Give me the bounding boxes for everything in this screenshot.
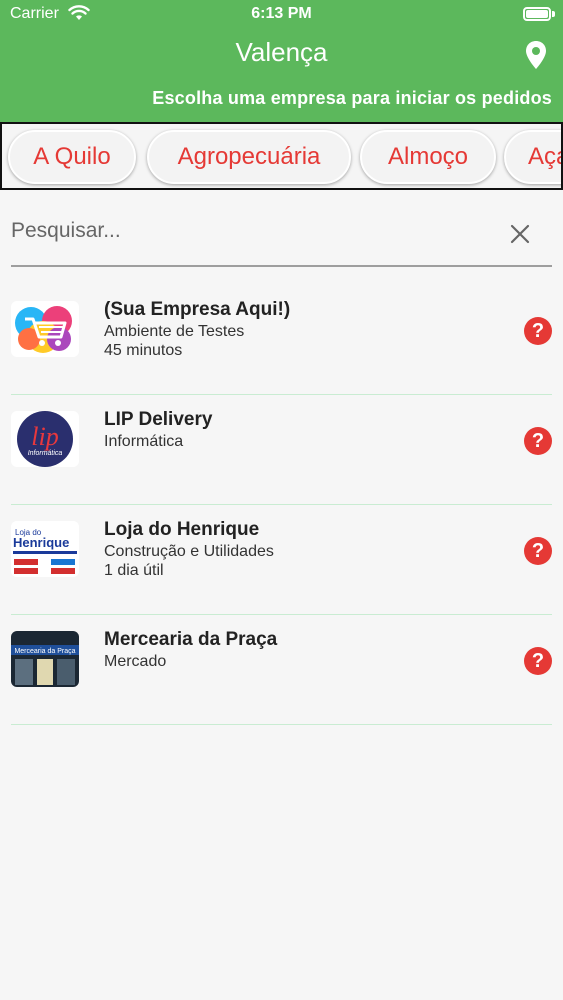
battery-tip (552, 11, 555, 17)
clock: 6:13 PM (251, 5, 312, 22)
company-row[interactable]: Mercearia da Praça Mercearia da Praça Me… (11, 615, 552, 725)
company-category: Construção e Utilidades (104, 543, 274, 560)
search-input[interactable] (11, 214, 491, 248)
category-chip-a-quilo[interactable]: A Quilo (8, 130, 136, 184)
app-header: Carrier 6:13 PM Valença Escolha uma empr… (0, 0, 563, 122)
company-row[interactable]: Loja do Henrique Loja do Henrique Constr… (11, 505, 552, 615)
lip-logo: lip Informática (11, 411, 79, 467)
henrique-logo: Loja do Henrique (11, 521, 79, 577)
shopping-cart-logo (11, 301, 79, 357)
map-pin-icon[interactable] (524, 40, 548, 70)
svg-text:Henrique: Henrique (13, 535, 69, 550)
company-list: (Sua Empresa Aqui!) Ambiente de Testes 4… (11, 285, 552, 725)
svg-text:lip: lip (31, 422, 58, 451)
company-name: Mercearia da Praça (104, 629, 278, 650)
close-icon[interactable] (508, 222, 532, 246)
company-name: Loja do Henrique (104, 519, 260, 540)
help-icon[interactable]: ? (524, 647, 552, 675)
storefront-photo: Mercearia da Praça (11, 631, 79, 687)
company-category: Mercado (104, 653, 167, 670)
company-delivery-time: 45 minutos (104, 342, 183, 359)
company-row[interactable]: (Sua Empresa Aqui!) Ambiente de Testes 4… (11, 285, 552, 395)
search-box (11, 210, 552, 267)
status-bar: Carrier 6:13 PM (0, 0, 563, 30)
battery-icon (523, 7, 551, 21)
help-icon[interactable]: ? (524, 317, 552, 345)
company-row[interactable]: lip Informática LIP Delivery Informática… (11, 395, 552, 505)
category-chip-almoco[interactable]: Almoço (360, 130, 496, 184)
company-name: (Sua Empresa Aqui!) (104, 299, 291, 320)
category-chip-agropecuaria[interactable]: Agropecuária (147, 130, 351, 184)
header-subtitle: Escolha uma empresa para iniciar os pedi… (152, 88, 552, 108)
company-category: Informática (104, 433, 184, 450)
city-title: Valença (235, 37, 328, 67)
category-bar: A Quilo Agropecuária Almoço Açaí (0, 122, 563, 190)
svg-text:Informática: Informática (28, 450, 63, 457)
company-delivery-time: 1 dia útil (104, 562, 164, 579)
help-icon[interactable]: ? (524, 427, 552, 455)
svg-text:Mercearia da Praça: Mercearia da Praça (14, 648, 75, 655)
help-icon[interactable]: ? (524, 537, 552, 565)
company-category: Ambiente de Testes (104, 323, 245, 340)
company-name: LIP Delivery (104, 409, 213, 430)
category-chip-acai[interactable]: Açaí (504, 130, 561, 184)
